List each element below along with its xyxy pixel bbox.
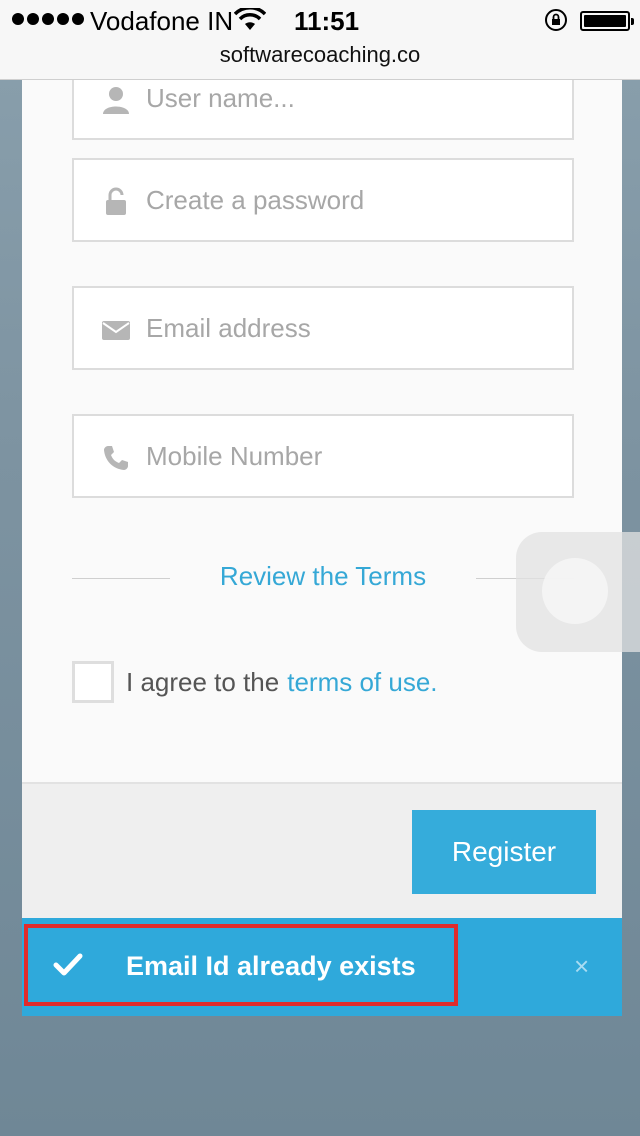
status-time: 11:51 [294,6,360,36]
checkmark-icon [53,953,83,976]
review-terms-link[interactable]: Review the Terms [72,556,574,596]
status-bar: Vodafone IN 11:51 [0,0,640,40]
url-bar[interactable]: softwarecoaching.co [0,40,640,70]
email-field[interactable] [72,286,574,370]
battery-icon [580,11,634,31]
password-field[interactable] [72,158,574,242]
registration-form: Review the Terms I agree to the terms of… [22,56,622,920]
close-icon[interactable]: × [574,948,589,984]
rotation-lock-icon [545,9,567,31]
envelope-icon [102,321,130,340]
agree-checkbox[interactable] [72,661,114,703]
email-input[interactable] [146,288,566,368]
carrier-name: Vodafone IN [90,6,234,36]
register-button[interactable]: Register [412,810,596,894]
unlock-icon [106,187,126,215]
form-footer: Register [22,782,622,920]
toast-message: Email Id already exists [126,951,416,981]
terms-of-use-link[interactable]: terms of use. [287,667,437,698]
mobile-input[interactable] [146,416,566,496]
wifi-icon [234,8,266,30]
notification-toast: Email Id already exists × [22,918,622,1016]
mobile-field[interactable] [72,414,574,498]
agree-terms-row: I agree to the terms of use. [72,660,438,704]
agree-label: I agree to the [126,666,280,697]
review-terms-divider: Review the Terms [72,556,574,596]
assistive-touch-button[interactable] [516,532,640,652]
phone-icon [104,446,128,470]
user-icon [103,87,129,114]
signal-strength-icon [12,13,84,25]
browser-top-bar: Vodafone IN 11:51 softwarecoaching.co [0,0,640,80]
password-input[interactable] [146,160,566,240]
